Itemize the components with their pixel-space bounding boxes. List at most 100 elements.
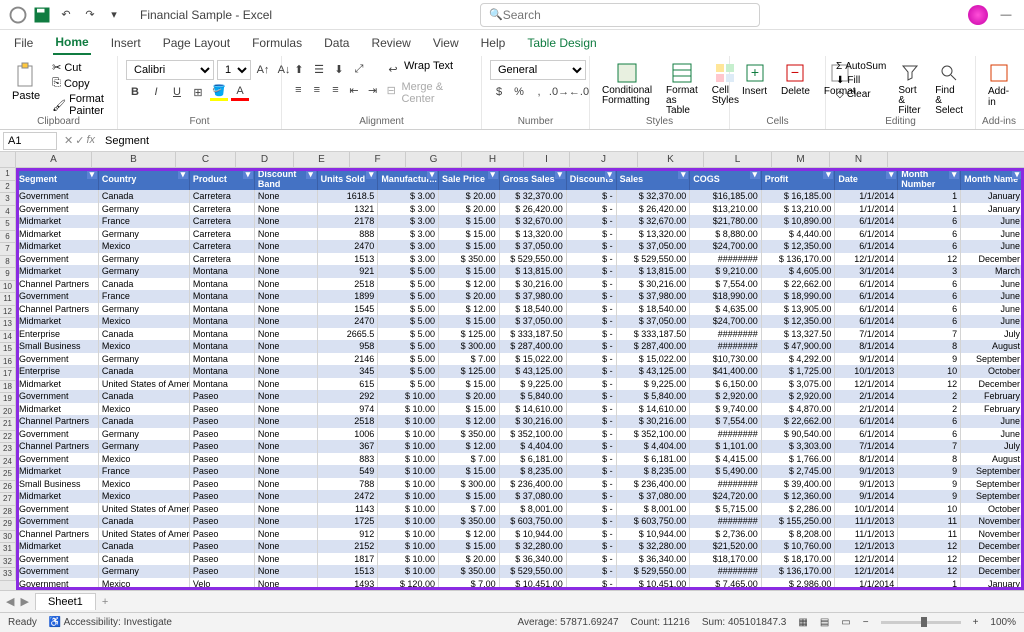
cell[interactable]: ######## [690,428,762,441]
cut-button[interactable]: ✂Cut [50,60,109,75]
cell[interactable]: Canada [98,278,189,291]
table-row[interactable]: GovernmentCanadaPaseoNone292$ 10.00$ 20.… [16,390,1024,403]
cell[interactable]: 8/1/2014 [835,340,898,353]
cell[interactable]: $ 10.00 [378,453,439,466]
cell[interactable]: Germany [98,253,189,266]
cell[interactable]: None [254,428,317,441]
cell[interactable]: 2178 [317,215,378,228]
table-header[interactable]: Date▾ [835,168,898,190]
tab-page-layout[interactable]: Page Layout [161,32,232,54]
cell[interactable]: $ - [566,190,616,203]
cell[interactable]: 9 [898,490,961,503]
cell[interactable]: Montana [189,265,254,278]
cell[interactable]: Montana [189,365,254,378]
cell[interactable]: $ 10,451.00 [616,578,690,591]
row-header[interactable]: 16 [0,356,16,369]
cell[interactable]: Channel Partners [16,528,98,541]
cell[interactable]: December [961,553,1024,566]
cell[interactable]: Montana [189,303,254,316]
cell[interactable]: 12 [898,540,961,553]
cell[interactable]: $ 2,745.00 [761,465,835,478]
cell[interactable]: Montana [189,315,254,328]
cell[interactable]: $ - [566,565,616,578]
cell[interactable]: $ 13,320.00 [499,228,566,241]
row-header[interactable]: 26 [0,481,16,494]
cell[interactable]: June [961,415,1024,428]
view-pagebreak-icon[interactable]: ▭ [841,617,850,628]
cell[interactable]: $ 8,208.00 [761,528,835,541]
cell[interactable]: None [254,340,317,353]
cell[interactable]: $ 12.00 [438,440,499,453]
cell[interactable]: Midmarket [16,240,98,253]
cell[interactable]: $ 6,150.00 [690,378,762,391]
cell[interactable]: $ - [566,240,616,253]
font-size-select[interactable]: 11 [217,60,251,80]
cell[interactable]: Midmarket [16,228,98,241]
cell[interactable]: 3/1/2014 [835,265,898,278]
cell[interactable]: Paseo [189,528,254,541]
cell[interactable]: June [961,428,1024,441]
cell[interactable]: $ - [566,515,616,528]
cell[interactable]: $ 5.00 [378,290,439,303]
cell[interactable]: 1513 [317,565,378,578]
cell[interactable]: 6 [898,315,961,328]
confirm-formula-icon[interactable]: ✓ [75,134,84,147]
cell[interactable]: $ - [566,365,616,378]
table-header[interactable]: Month Name▾ [961,168,1024,190]
cell[interactable]: $ 4,605.00 [761,265,835,278]
tab-view[interactable]: View [431,32,461,54]
cell[interactable]: August [961,453,1024,466]
comma-icon[interactable]: , [530,83,548,101]
cell[interactable]: $ 350.00 [438,253,499,266]
cell[interactable]: 11/1/2013 [835,515,898,528]
row-header[interactable]: 7 [0,243,16,256]
cell[interactable]: Government [16,565,98,578]
cell[interactable]: Montana [189,340,254,353]
cell[interactable]: Germany [98,303,189,316]
cell[interactable]: 9 [898,478,961,491]
row-header[interactable]: 3 [0,193,16,206]
cell[interactable]: 2472 [317,490,378,503]
cell[interactable]: $ - [566,465,616,478]
number-format-select[interactable]: General [490,60,586,80]
filter-dropdown-icon[interactable]: ▾ [488,169,498,179]
cell[interactable]: $ 15.00 [438,265,499,278]
cell[interactable]: $ 10.00 [378,465,439,478]
user-avatar[interactable] [968,5,988,25]
cell[interactable]: 12/1/2014 [835,378,898,391]
cell[interactable]: 11/1/2013 [835,528,898,541]
spreadsheet-grid[interactable]: ABCDEFGHIJKLMN 1234567891011121314151617… [0,152,1024,590]
cell[interactable]: 6 [898,303,961,316]
row-header[interactable]: 31 [0,543,16,556]
cell[interactable]: 12 [898,378,961,391]
cell[interactable]: $ 9,210.00 [690,265,762,278]
fx-icon[interactable]: fx [86,134,95,147]
cell[interactable]: $ 287,400.00 [499,340,566,353]
cell[interactable]: $ 4,404.00 [499,440,566,453]
cell[interactable]: 6/1/2014 [835,428,898,441]
cell[interactable]: 2665.5 [317,328,378,341]
cell[interactable]: $ - [566,228,616,241]
row-header[interactable]: 8 [0,256,16,269]
cell[interactable]: Mexico [98,578,189,591]
cell[interactable]: 6/1/2014 [835,303,898,316]
cell[interactable]: $ 12.00 [438,303,499,316]
table-header[interactable]: Product▾ [189,168,254,190]
cell[interactable]: Paseo [189,540,254,553]
merge-icon[interactable]: ⊟ [383,81,400,99]
cell[interactable]: 11 [898,515,961,528]
cell[interactable]: $ - [566,353,616,366]
cell[interactable]: July [961,328,1024,341]
cell[interactable]: 2146 [317,353,378,366]
cell[interactable]: $ 8,235.00 [499,465,566,478]
cell[interactable]: $ 37,980.00 [616,290,690,303]
cell[interactable]: 888 [317,228,378,241]
cell[interactable]: January [961,190,1024,203]
cell[interactable]: Paseo [189,553,254,566]
row-header[interactable]: 30 [0,531,16,544]
cell[interactable]: None [254,240,317,253]
cell[interactable]: 615 [317,378,378,391]
table-header[interactable]: Gross Sales▾ [499,168,566,190]
cell[interactable]: $ 8,235.00 [616,465,690,478]
cell[interactable]: Germany [98,265,189,278]
